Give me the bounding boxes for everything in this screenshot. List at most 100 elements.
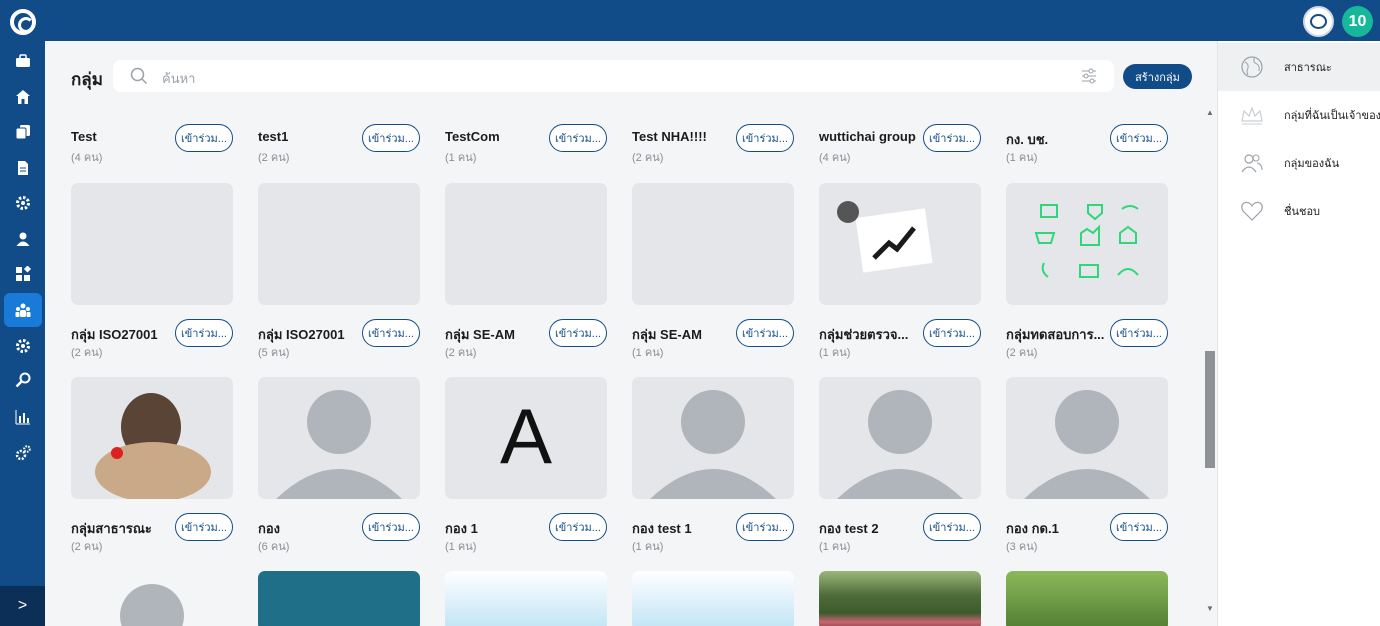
filter-sliders-icon[interactable] <box>1081 68 1097 84</box>
member-count: (4 คน) <box>819 152 851 164</box>
join-button[interactable]: เข้าร่วม... <box>175 319 233 347</box>
group-name[interactable]: กอง <box>258 518 358 539</box>
join-button[interactable]: เข้าร่วม... <box>362 319 420 347</box>
group-image[interactable] <box>445 183 607 305</box>
groups-icon[interactable] <box>4 293 42 327</box>
settings-gear-icon[interactable] <box>0 186 45 220</box>
app-logo[interactable] <box>10 9 36 35</box>
document-icon[interactable] <box>0 151 45 185</box>
group-name[interactable]: TestCom <box>445 129 545 144</box>
vertical-scrollbar[interactable]: ▲ ▼ <box>1203 108 1217 613</box>
group-image[interactable] <box>1006 571 1168 626</box>
join-button[interactable]: เข้าร่วม... <box>549 124 607 152</box>
group-image[interactable] <box>632 377 794 499</box>
notification-badge[interactable]: 10 <box>1342 6 1373 37</box>
filter-label: ชื่นชอบ <box>1284 206 1321 218</box>
expand-sidebar-button[interactable]: > <box>0 586 45 626</box>
member-count: (3 คน) <box>1006 541 1038 553</box>
group-image[interactable] <box>632 571 794 626</box>
group-image[interactable] <box>445 571 607 626</box>
group-name[interactable]: กลุ่ม ISO27001 <box>71 324 171 345</box>
group-name[interactable]: กลุ่มสาธารณะ <box>71 518 171 539</box>
group-name[interactable]: กอง 1 <box>445 518 545 539</box>
settings-icon[interactable] <box>0 329 45 363</box>
member-count: (1 คน) <box>1006 152 1038 164</box>
group-name[interactable]: กอง test 2 <box>819 518 919 539</box>
filter-owned[interactable]: กลุ่มที่ฉันเป็นเจ้าของ <box>1218 91 1380 139</box>
member-count: (2 คน) <box>445 347 477 359</box>
filter-mine[interactable]: กลุ่มของฉัน <box>1218 139 1380 187</box>
crown-icon <box>1241 106 1263 125</box>
member-count: (1 คน) <box>632 541 664 553</box>
user-icon[interactable] <box>0 222 45 256</box>
join-button[interactable]: เข้าร่วม... <box>549 319 607 347</box>
scroll-up-arrow-icon[interactable]: ▲ <box>1206 108 1214 117</box>
join-button[interactable]: เข้าร่วม... <box>175 513 233 541</box>
group-name[interactable]: กลุ่มช่วยตรวจ... <box>819 324 919 345</box>
join-button[interactable]: เข้าร่วม... <box>362 124 420 152</box>
group-name[interactable]: กลุ่มทดสอบการ... <box>1006 324 1106 345</box>
group-name[interactable]: wuttichai group <box>819 129 919 144</box>
member-count: (1 คน) <box>445 541 477 553</box>
join-button[interactable]: เข้าร่วม... <box>1110 124 1168 152</box>
join-button[interactable]: เข้าร่วม... <box>923 513 981 541</box>
group-name[interactable]: กลุ่ม ISO27001 <box>258 324 358 345</box>
member-count: (2 คน) <box>632 152 664 164</box>
search-icon[interactable] <box>0 363 45 397</box>
filter-label: สาธารณะ <box>1284 62 1332 74</box>
widgets-icon[interactable] <box>0 257 45 291</box>
join-button[interactable]: เข้าร่วม... <box>1110 513 1168 541</box>
join-button[interactable]: เข้าร่วม... <box>175 124 233 152</box>
join-button[interactable]: เข้าร่วม... <box>736 513 794 541</box>
group-image[interactable] <box>71 377 233 499</box>
join-button[interactable]: เข้าร่วม... <box>736 124 794 152</box>
member-count: (1 คน) <box>819 347 851 359</box>
group-image[interactable] <box>632 183 794 305</box>
group-image[interactable]: A <box>445 377 607 499</box>
group-image[interactable] <box>71 571 233 626</box>
search-placeholder: ค้นหา <box>162 71 196 86</box>
group-image[interactable] <box>1006 377 1168 499</box>
member-count: (2 คน) <box>1006 347 1038 359</box>
magnifier-icon <box>130 67 148 85</box>
group-image[interactable] <box>819 183 981 305</box>
join-button[interactable]: เข้าร่วม... <box>923 124 981 152</box>
main-content: กลุ่ม ค้นหา สร้างกลุ่ม Test (4 คน) เข้าร่ว… <box>45 41 1217 626</box>
scroll-down-arrow-icon[interactable]: ▼ <box>1206 604 1214 613</box>
briefcase-icon[interactable] <box>0 44 45 78</box>
search-input[interactable]: ค้นหา <box>113 60 1114 92</box>
filter-label: กลุ่มของฉัน <box>1284 158 1340 170</box>
group-name[interactable]: กง. บช. <box>1006 129 1106 150</box>
filter-favorites[interactable]: ชื่นชอบ <box>1218 187 1380 235</box>
group-image[interactable] <box>258 377 420 499</box>
group-image[interactable] <box>819 571 981 626</box>
group-image[interactable] <box>258 183 420 305</box>
scroll-thumb[interactable] <box>1205 351 1215 468</box>
group-image[interactable] <box>258 571 420 626</box>
group-name[interactable]: กอง กด.1 <box>1006 518 1106 539</box>
cogs-icon[interactable] <box>0 436 45 470</box>
join-button[interactable]: เข้าร่วม... <box>923 319 981 347</box>
join-button[interactable]: เข้าร่วม... <box>362 513 420 541</box>
group-name[interactable]: Test NHA!!!! <box>632 129 732 144</box>
group-name[interactable]: Test <box>71 129 171 144</box>
home-icon[interactable] <box>0 80 45 114</box>
group-image[interactable] <box>1006 183 1168 305</box>
group-image[interactable] <box>819 377 981 499</box>
bar-chart-icon[interactable] <box>0 400 45 434</box>
join-button[interactable]: เข้าร่วม... <box>549 513 607 541</box>
group-name[interactable]: กอง test 1 <box>632 518 732 539</box>
group-image[interactable] <box>71 183 233 305</box>
filter-public[interactable]: สาธารณะ <box>1218 43 1380 91</box>
copy-icon[interactable] <box>0 115 45 149</box>
group-name[interactable]: test1 <box>258 129 358 144</box>
create-group-button[interactable]: สร้างกลุ่ม <box>1123 64 1192 89</box>
globe-icon <box>1241 56 1263 78</box>
join-button[interactable]: เข้าร่วม... <box>1110 319 1168 347</box>
group-name[interactable]: กลุ่ม SE-AM <box>445 324 545 345</box>
chat-bubble-icon[interactable] <box>1303 6 1334 37</box>
join-button[interactable]: เข้าร่วม... <box>736 319 794 347</box>
group-name[interactable]: กลุ่ม SE-AM <box>632 324 732 345</box>
group-image-letter: A <box>499 392 553 480</box>
people-icon <box>1241 154 1263 173</box>
